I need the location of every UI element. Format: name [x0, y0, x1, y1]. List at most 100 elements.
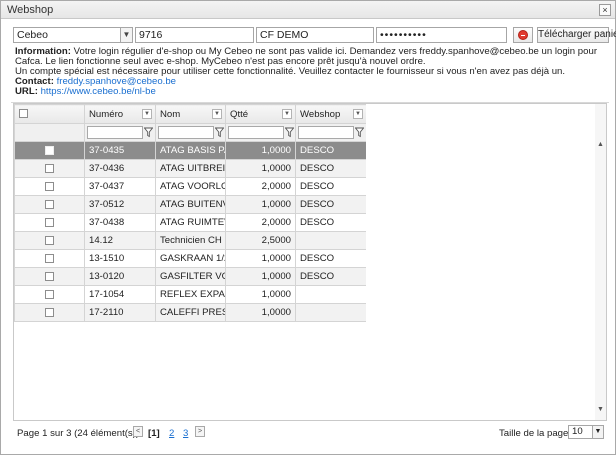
information-body: Votre login régulier d'e-shop ou My Cebe…	[15, 46, 598, 67]
row-checkbox-cell	[14, 249, 85, 268]
login-input[interactable]: 9716	[135, 27, 254, 43]
filter-input-qtte[interactable]	[228, 126, 284, 139]
account-name-input[interactable]: CF DEMO	[256, 27, 374, 43]
filter-cell-webshop	[295, 123, 367, 142]
row-checkbox[interactable]	[45, 217, 54, 227]
filter-icon[interactable]	[285, 127, 294, 138]
table-row[interactable]: 37-0437 ATAG VOORLOOP 2,0000 DESCO	[14, 177, 367, 196]
column-header-webshop[interactable]: Webshop ▼	[295, 104, 367, 124]
filter-icon[interactable]	[215, 127, 224, 138]
cell-qtte: 1,0000	[225, 159, 296, 178]
row-checkbox-cell	[14, 213, 85, 232]
page-size-select[interactable]: 10 ▼	[568, 425, 604, 439]
stop-icon	[518, 30, 528, 40]
cell-numero: 13-0120	[84, 267, 156, 286]
url-label: URL:	[15, 86, 38, 97]
table-row[interactable]: 37-0436 ATAG UITBREIDING 1,0000 DESCO	[14, 159, 367, 178]
table-row[interactable]: 13-0120 GASFILTER VOOR 1,0000 DESCO	[14, 267, 367, 286]
column-header-nom[interactable]: Nom ▼	[155, 104, 226, 124]
cell-nom: GASFILTER VOOR	[155, 267, 226, 286]
current-page: [1]	[148, 428, 160, 439]
cell-numero: 17-1054	[84, 285, 156, 304]
column-label: Qtté	[230, 108, 249, 120]
cell-qtte: 1,0000	[225, 249, 296, 268]
pager: Page 1 sur 3 (24 élément(s)) < [1] 2 3 >…	[17, 425, 607, 441]
disconnect-button[interactable]	[513, 27, 533, 43]
filter-input-webshop[interactable]	[298, 126, 354, 139]
table-row[interactable]: 37-0512 ATAG BUITENVOELER 1,0000 DESCO	[14, 195, 367, 214]
row-checkbox-cell	[14, 177, 85, 196]
row-checkbox-cell	[14, 267, 85, 286]
table-row[interactable]: 37-0438 ATAG RUIMTEVOELER 2,0000 DESCO	[14, 213, 367, 232]
download-cart-button[interactable]: Télécharger panier	[537, 27, 616, 43]
cell-numero: 37-0435	[84, 141, 156, 160]
cell-nom: Technicien CH	[155, 231, 226, 250]
cell-qtte: 1,0000	[225, 285, 296, 304]
filter-input-numero[interactable]	[87, 126, 143, 139]
row-checkbox-cell	[14, 159, 85, 178]
row-checkbox[interactable]	[45, 307, 54, 317]
cell-numero: 37-0437	[84, 177, 156, 196]
cell-webshop: DESCO	[295, 177, 367, 196]
header-row: Numéro ▼ Nom ▼ Qtté ▼ Webshop ▼	[14, 104, 367, 124]
scroll-down-icon[interactable]: ▼	[596, 405, 605, 414]
row-checkbox[interactable]	[45, 181, 54, 191]
filter-input-nom[interactable]	[158, 126, 214, 139]
cell-numero: 37-0436	[84, 159, 156, 178]
cell-webshop: DESCO	[295, 195, 367, 214]
column-header-qtte[interactable]: Qtté ▼	[225, 104, 296, 124]
row-checkbox[interactable]	[45, 145, 54, 155]
scroll-up-icon[interactable]: ▲	[596, 140, 605, 149]
column-menu-icon[interactable]: ▼	[142, 109, 152, 119]
cell-webshop: DESCO	[295, 213, 367, 232]
row-checkbox[interactable]	[45, 289, 54, 299]
filter-cell-numero	[84, 123, 156, 142]
next-page-button[interactable]: >	[195, 426, 205, 437]
select-all-checkbox[interactable]	[19, 109, 28, 119]
cell-webshop: DESCO	[295, 141, 367, 160]
vertical-scrollbar[interactable]: ▲ ▼	[595, 104, 606, 420]
table-row[interactable]: 37-0435 ATAG BASIS PAKKET 1,0000 DESCO	[14, 141, 367, 160]
row-checkbox[interactable]	[45, 199, 54, 209]
column-menu-icon[interactable]: ▼	[212, 109, 222, 119]
column-header-numero[interactable]: Numéro ▼	[84, 104, 156, 124]
row-checkbox-cell	[14, 195, 85, 214]
cell-qtte: 2,0000	[225, 177, 296, 196]
row-checkbox[interactable]	[45, 271, 54, 281]
table-row[interactable]: 17-1054 REFLEX EXPANSIE 1,0000	[14, 285, 367, 304]
cell-numero: 37-0512	[84, 195, 156, 214]
filter-cell-nom	[155, 123, 226, 142]
select-all-cell	[14, 104, 85, 124]
filter-icon[interactable]	[355, 127, 364, 138]
page-2-link[interactable]: 2	[169, 428, 174, 439]
url-line: URL: https://www.cebeo.be/nl-be	[15, 87, 609, 97]
prev-page-button[interactable]: <	[133, 426, 143, 437]
filter-icon[interactable]	[144, 127, 153, 138]
cell-webshop	[295, 285, 367, 304]
cell-qtte: 1,0000	[225, 195, 296, 214]
cell-qtte: 1,0000	[225, 267, 296, 286]
column-menu-icon[interactable]: ▼	[282, 109, 292, 119]
cell-webshop	[295, 231, 367, 250]
table-row[interactable]: 14.12 Technicien CH 2,5000	[14, 231, 367, 250]
cart-table: Numéro ▼ Nom ▼ Qtté ▼ Webshop ▼ 37-0435	[14, 104, 367, 322]
page-size-value: 10	[572, 426, 583, 437]
cell-qtte: 2,5000	[225, 231, 296, 250]
password-input[interactable]: ••••••••••	[376, 27, 507, 43]
webshop-url-link[interactable]: https://www.cebeo.be/nl-be	[41, 86, 156, 97]
close-button[interactable]: ×	[599, 4, 611, 16]
filter-cell-qtte	[225, 123, 296, 142]
row-checkbox[interactable]	[45, 235, 54, 245]
column-menu-icon[interactable]: ▼	[353, 109, 363, 119]
cell-nom: ATAG UITBREIDING	[155, 159, 226, 178]
page-3-link[interactable]: 3	[183, 428, 188, 439]
cell-nom: ATAG BASIS PAKKET	[155, 141, 226, 160]
supplier-select-value: Cebeo	[17, 29, 48, 41]
table-row[interactable]: 17-2110 CALEFFI PRESCOR 1,0000	[14, 303, 367, 322]
row-checkbox[interactable]	[45, 253, 54, 263]
table-row[interactable]: 13-1510 GASKRAAN 1/2" 1,0000 DESCO	[14, 249, 367, 268]
cell-webshop: DESCO	[295, 249, 367, 268]
supplier-select[interactable]: Cebeo ▼	[13, 27, 133, 43]
cell-numero: 37-0438	[84, 213, 156, 232]
row-checkbox[interactable]	[45, 163, 54, 173]
